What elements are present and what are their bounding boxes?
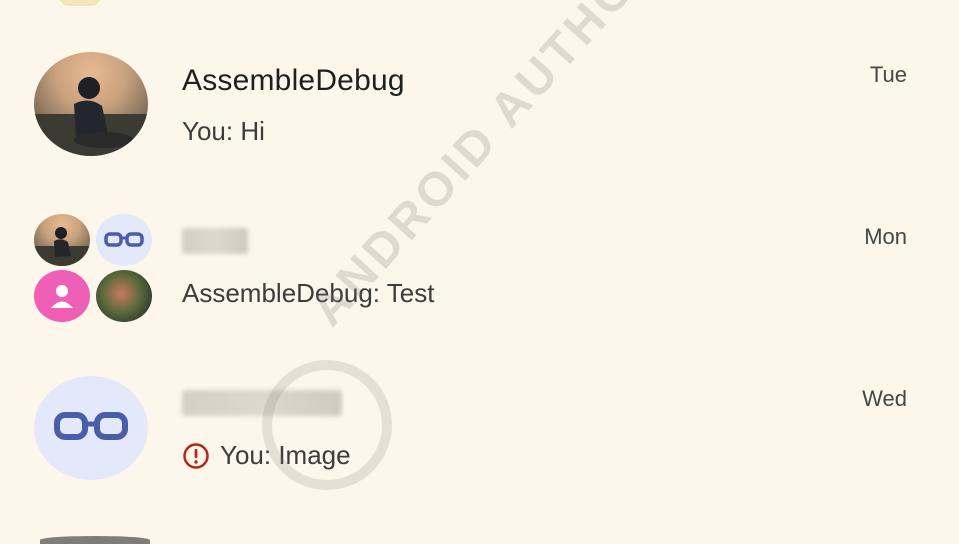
timestamp: Mon [864, 224, 907, 249]
next-avatar-fragment [40, 536, 150, 544]
glasses-icon [54, 412, 128, 440]
timestamp: Tue [869, 62, 907, 87]
message-preview: AssembleDebug: Test [182, 278, 435, 308]
conversation-row[interactable]: AssembleDebug You: Hi Tue [0, 28, 959, 178]
glasses-icon [104, 232, 144, 247]
avatar [96, 270, 152, 322]
group-avatar [34, 214, 152, 324]
error-icon [183, 442, 209, 469]
person-icon [51, 285, 73, 308]
conversation-row[interactable]: You: Image Wed [0, 352, 959, 502]
redacted-name [182, 228, 248, 254]
conversation-row[interactable]: AssembleDebug: Test Mon [0, 190, 959, 340]
message-preview: You: Image [182, 440, 351, 471]
conversation-name: AssembleDebug [182, 64, 405, 97]
redacted-name [182, 390, 342, 416]
glasses-avatar [96, 214, 152, 266]
glasses-avatar [34, 376, 148, 480]
person-avatar [34, 270, 90, 322]
previous-avatar-fragment [58, 0, 102, 6]
message-preview: You: Hi [182, 116, 265, 146]
avatar [34, 52, 148, 156]
timestamp: Wed [862, 386, 907, 411]
avatar [34, 214, 90, 266]
